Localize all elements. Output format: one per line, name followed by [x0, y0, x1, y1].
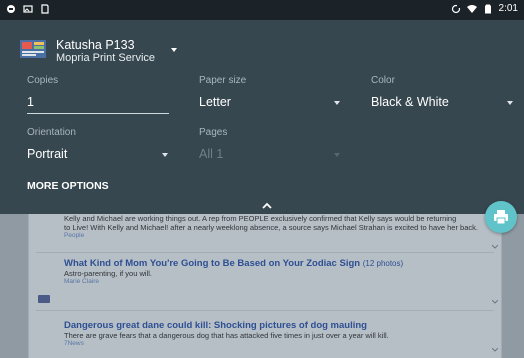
story-item: What Kind of Mom You're Going to Be Base…	[64, 258, 504, 285]
printer-service: Mopria Print Service	[56, 52, 156, 64]
page-preview: Kelly and Michael are working things out…	[0, 214, 524, 358]
sync-icon	[451, 3, 461, 13]
story-source: 7News	[64, 340, 84, 347]
story-photo-count: (12 photos)	[362, 259, 404, 268]
chevron-down-icon	[492, 348, 498, 352]
clock: 2:01	[498, 3, 518, 14]
copies-input[interactable]: 1	[27, 95, 34, 109]
wifi-icon	[466, 4, 477, 13]
paper-size-dropdown-icon[interactable]	[334, 101, 340, 105]
photo-icon	[23, 5, 33, 13]
story-item: Kelly and Michael are working things out…	[64, 214, 504, 239]
print-options-panel: Katusha P133 Mopria Print Service Copies…	[0, 20, 524, 214]
story-title[interactable]: What Kind of Mom You're Going to Be Base…	[64, 258, 360, 269]
pages-select[interactable]: All 1	[199, 147, 223, 161]
story-description: to Live! With Kelly and Michael! after a…	[64, 223, 478, 232]
sd-card-icon	[41, 4, 49, 14]
orientation-label: Orientation	[27, 127, 76, 138]
printer-icon	[20, 40, 46, 58]
printer-selector[interactable]: Katusha P133 Mopria Print Service	[20, 38, 155, 65]
chevron-down-icon	[492, 245, 498, 249]
copies-underline	[27, 113, 169, 114]
story-description: Astro-parenting, if you will.	[64, 269, 152, 278]
color-dropdown-icon[interactable]	[507, 101, 513, 105]
orientation-select[interactable]: Portrait	[27, 147, 67, 161]
chevron-down-icon	[492, 300, 498, 304]
app-notification-icon	[7, 5, 15, 13]
pages-label: Pages	[199, 127, 228, 138]
color-select[interactable]: Black & White	[371, 95, 449, 109]
orientation-dropdown-icon[interactable]	[162, 153, 168, 157]
color-label: Color	[371, 75, 395, 86]
status-bar: 2:01	[0, 0, 524, 20]
story-divider	[36, 310, 494, 311]
story-title[interactable]: Dangerous great dane could kill: Shockin…	[64, 320, 504, 331]
chevron-up-icon[interactable]	[262, 202, 272, 210]
story-item: Dangerous great dane could kill: Shockin…	[64, 320, 504, 347]
share-badge-icon	[38, 295, 50, 303]
copies-label: Copies	[27, 75, 59, 86]
pages-dropdown-icon	[334, 153, 340, 157]
story-description: There are grave fears that a dangerous d…	[64, 331, 389, 340]
paper-size-select[interactable]: Letter	[199, 95, 231, 109]
printer-name: Katusha P133	[56, 38, 135, 52]
battery-icon	[484, 4, 491, 13]
story-divider	[36, 252, 494, 253]
more-options-button[interactable]: MORE OPTIONS	[27, 180, 109, 192]
story-description: Kelly and Michael are working things out…	[64, 214, 457, 223]
story-source: Marie Claire	[64, 278, 100, 285]
chevron-down-icon[interactable]	[171, 48, 177, 52]
paper-size-label: Paper size	[199, 75, 247, 86]
print-icon	[494, 210, 508, 225]
story-source: People	[64, 232, 85, 239]
print-button[interactable]	[485, 201, 517, 233]
